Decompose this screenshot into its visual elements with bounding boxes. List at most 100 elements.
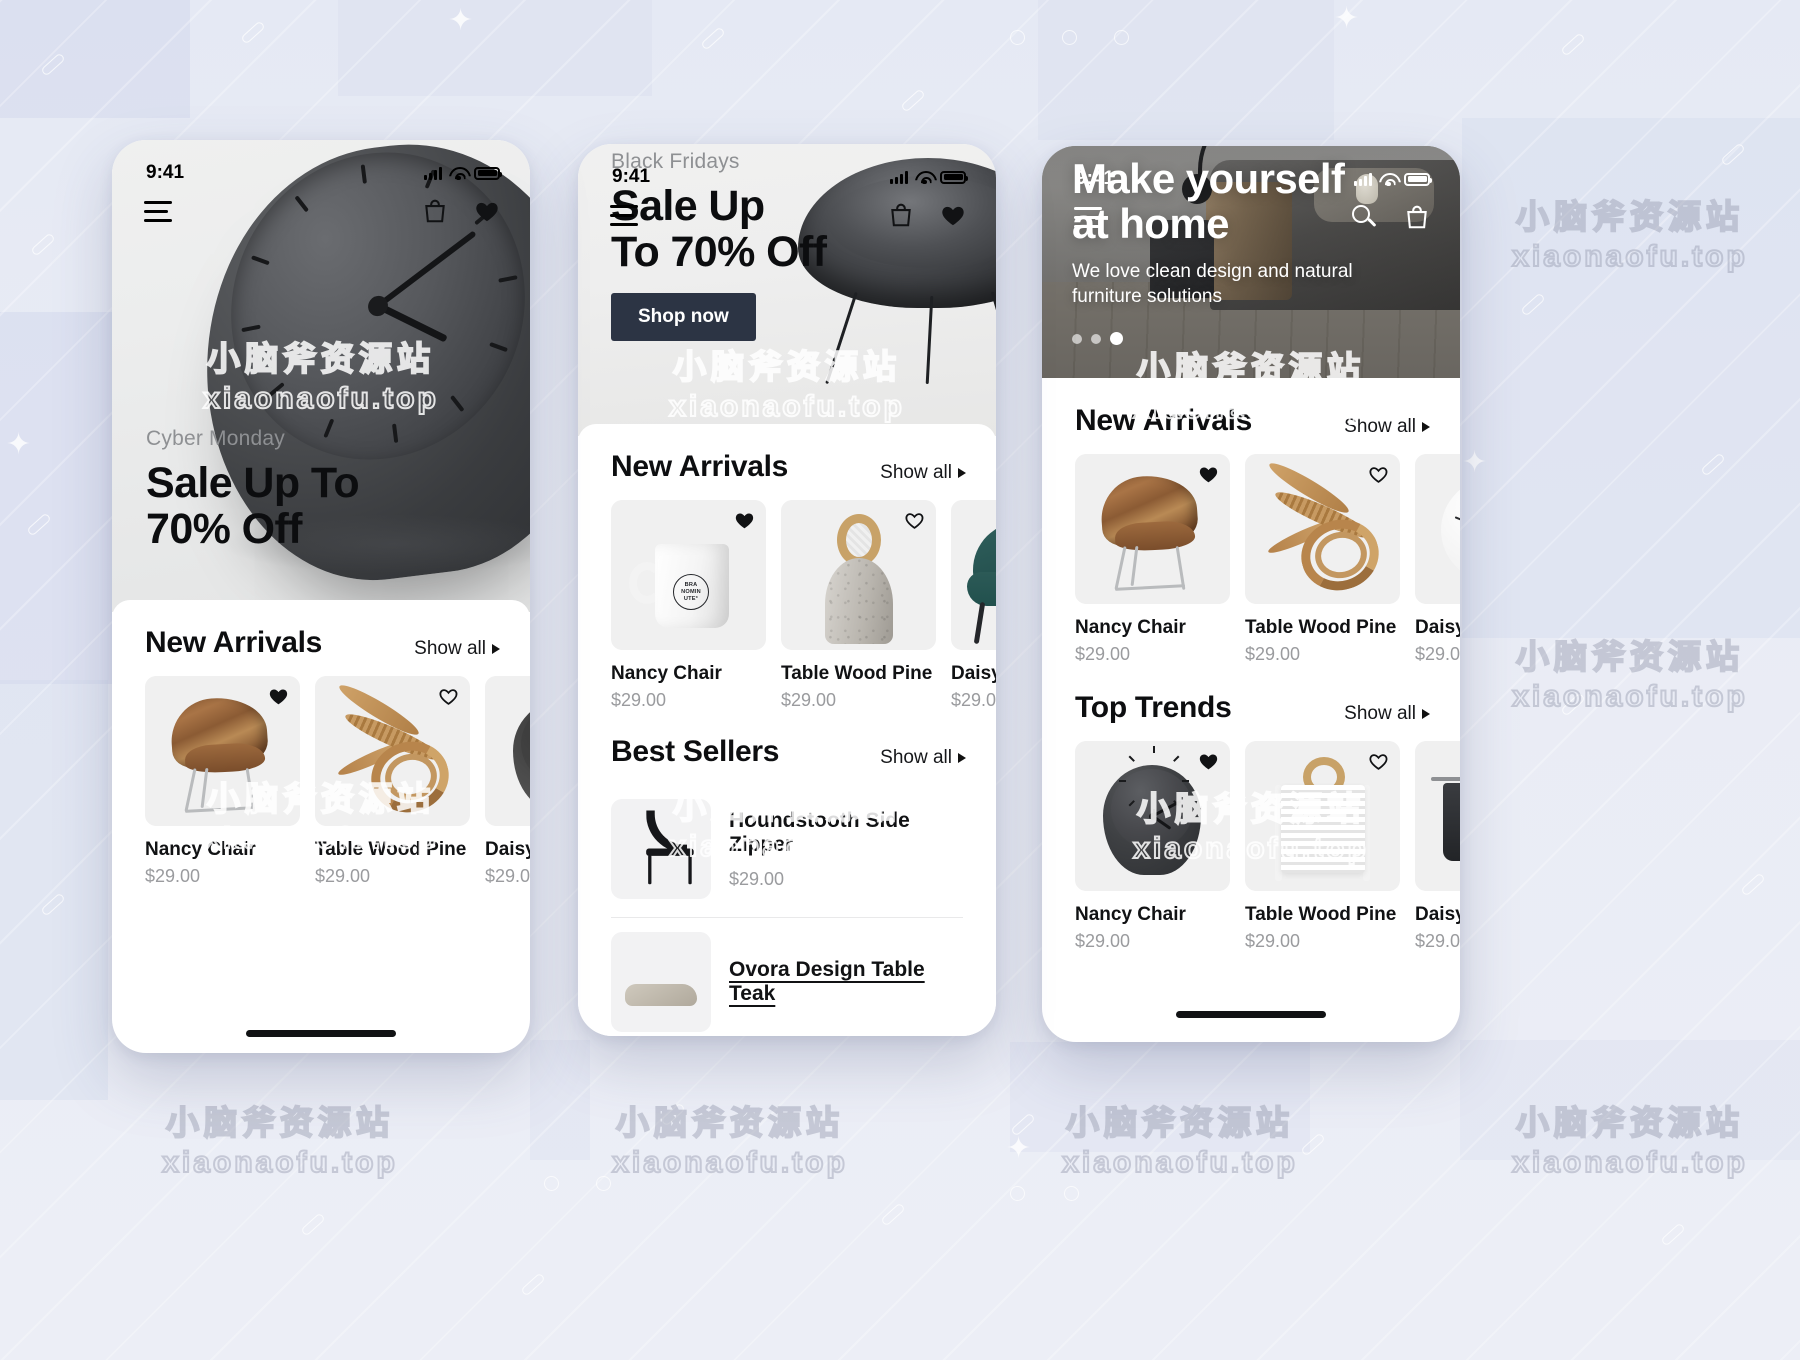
list-item[interactable]: Ovora Design Table Teak — [578, 918, 996, 1036]
product-row-new-arrivals[interactable]: Nancy Chair $29.00 Table Wood Pine $29.0… — [112, 676, 530, 887]
favorite-icon-outline[interactable] — [437, 686, 460, 707]
menu-icon[interactable] — [1074, 206, 1102, 229]
product-name: Table Wood Pine — [781, 663, 933, 684]
carousel-dot[interactable] — [1091, 333, 1101, 344]
wifi-icon — [915, 170, 933, 185]
product-thumbnail[interactable] — [1245, 454, 1400, 604]
favorite-icon-filled[interactable] — [1197, 751, 1220, 772]
product-thumbnail[interactable]: BRA NOMIN UTE° — [611, 500, 766, 650]
battery-icon — [940, 170, 968, 184]
hero-title: Sale Up To 70% Off — [146, 459, 360, 553]
heart-filled-icon[interactable] — [940, 202, 966, 229]
product-price: $29.00 — [1075, 931, 1131, 951]
product-card[interactable]: Daisy $29.00 — [951, 500, 996, 711]
phone-screen-3: 9:41 Make yourself at home We love clean… — [1042, 146, 1460, 1042]
bag-icon[interactable] — [1404, 204, 1430, 231]
product-name: Daisy t — [1415, 904, 1460, 925]
show-all-button[interactable]: Show all — [1344, 703, 1430, 725]
hero-copy-1: Cyber Monday Sale Up To 70% Off — [146, 427, 360, 553]
favorite-icon-outline[interactable] — [1367, 464, 1390, 485]
product-name[interactable]: Ovora Design Table Teak — [729, 958, 966, 1006]
chevron-right-icon — [1422, 422, 1430, 432]
product-price: $29.00 — [1415, 644, 1460, 664]
chevron-right-icon — [958, 753, 966, 763]
teak-table-image — [611, 932, 711, 1032]
section-title: New Arrivals — [611, 450, 789, 483]
product-thumbnail[interactable] — [1415, 454, 1460, 604]
section-header-new-arrivals: New Arrivals Show all — [578, 424, 996, 500]
menu-icon[interactable] — [144, 200, 172, 223]
product-card[interactable]: Nancy Chair $29.00 — [1075, 741, 1230, 952]
product-card[interactable]: Nancy Chair $29.00 — [145, 676, 300, 887]
favorite-icon-filled[interactable] — [733, 510, 756, 531]
show-all-label: Show all — [414, 638, 486, 659]
product-thumbnail[interactable] — [1415, 741, 1460, 891]
favorite-icon-filled[interactable] — [1197, 464, 1220, 485]
carousel-dot[interactable] — [1072, 333, 1082, 344]
carousel-dots[interactable] — [1072, 332, 1353, 345]
status-bar: 9:41 — [578, 144, 996, 196]
show-all-button[interactable]: Show all — [414, 638, 500, 660]
show-all-button[interactable]: Show all — [880, 747, 966, 769]
product-card[interactable]: Nancy Chair $29.00 — [1075, 454, 1230, 665]
clothes-rail-image — [1415, 741, 1460, 891]
product-card[interactable]: Daisy $29.00 — [485, 676, 530, 887]
product-name: Daisy — [951, 663, 996, 684]
product-row-new-arrivals[interactable]: BRA NOMIN UTE° Nancy Chair $29.00 Table … — [578, 500, 996, 711]
product-thumbnail[interactable] — [485, 676, 530, 826]
product-thumbnail[interactable] — [951, 500, 996, 650]
battery-icon — [1404, 172, 1432, 186]
show-all-label: Show all — [880, 462, 952, 483]
favorite-icon-filled[interactable] — [267, 686, 290, 707]
product-card[interactable]: Table Wood Pine $29.00 — [781, 500, 936, 711]
product-card[interactable]: Table Wood Pine $29.00 — [315, 676, 470, 887]
product-row-top-trends[interactable]: Nancy Chair $29.00 Table Wood Pine $29.0… — [1042, 741, 1460, 952]
product-thumbnail[interactable] — [611, 799, 711, 899]
product-name: Table Wood Pine — [315, 839, 467, 860]
carousel-dot-active[interactable] — [1110, 332, 1123, 345]
bag-icon[interactable] — [888, 202, 914, 229]
favorite-icon-outline[interactable] — [1367, 751, 1390, 772]
product-thumbnail[interactable] — [315, 676, 470, 826]
product-thumbnail[interactable] — [1075, 454, 1230, 604]
product-thumbnail[interactable] — [1075, 741, 1230, 891]
hero-eyebrow: Cyber Monday — [146, 427, 285, 450]
section-title: Best Sellers — [611, 735, 780, 768]
product-thumbnail[interactable] — [781, 500, 936, 650]
product-card[interactable]: BRA NOMIN UTE° Nancy Chair $29.00 — [611, 500, 766, 711]
product-price: $29.00 — [1415, 931, 1460, 951]
bag-icon[interactable] — [422, 198, 448, 225]
product-thumbnail[interactable] — [611, 932, 711, 1032]
show-all-button[interactable]: Show all — [1344, 416, 1430, 438]
shop-now-button[interactable]: Shop now — [611, 293, 756, 341]
product-card[interactable]: Daisy t $29.00 — [1415, 454, 1460, 665]
list-item[interactable]: Houndstooth Side Zipper $29.00 — [578, 785, 996, 913]
product-thumbnail[interactable] — [145, 676, 300, 826]
cellular-signal-icon — [424, 166, 442, 180]
status-time: 9:41 — [146, 162, 185, 183]
product-thumbnail[interactable] — [1245, 741, 1400, 891]
product-card[interactable]: Daisy t $29.00 — [1415, 741, 1460, 952]
hero-banner-3: 9:41 Make yourself at home We love clean… — [1042, 146, 1460, 378]
cellular-signal-icon — [890, 170, 908, 184]
show-all-button[interactable]: Show all — [880, 462, 966, 484]
content-sheet-2: New Arrivals Show all BRA NOMIN UTE° Nancy… — [578, 424, 996, 1036]
product-card[interactable]: Table Wood Pine $29.00 — [1245, 741, 1400, 952]
section-header-new-arrivals: New Arrivals Show all — [112, 600, 530, 676]
phone-screen-2: 9:41 Black Fridays Sale Up To 70% Off Sh… — [578, 144, 996, 1036]
product-price: $29.00 — [485, 866, 530, 886]
app-bar-3 — [1042, 198, 1460, 231]
content-sheet-1: New Arrivals Show all Nancy Chair $29.00… — [112, 600, 530, 887]
section-title: Top Trends — [1075, 691, 1232, 724]
search-icon[interactable] — [1352, 204, 1378, 231]
product-card[interactable]: Table Wood Pine $29.00 — [1245, 454, 1400, 665]
menu-icon[interactable] — [610, 204, 638, 227]
app-bar-2 — [578, 196, 996, 229]
product-row-new-arrivals[interactable]: Nancy Chair $29.00 Table Wood Pine $29.0… — [1042, 454, 1460, 665]
show-all-label: Show all — [1344, 703, 1416, 724]
favorite-icon-outline[interactable] — [903, 510, 926, 531]
daisy-chair-image — [951, 500, 996, 650]
chevron-right-icon — [492, 644, 500, 654]
status-bar: 9:41 — [112, 140, 530, 192]
heart-filled-icon[interactable] — [474, 198, 500, 225]
